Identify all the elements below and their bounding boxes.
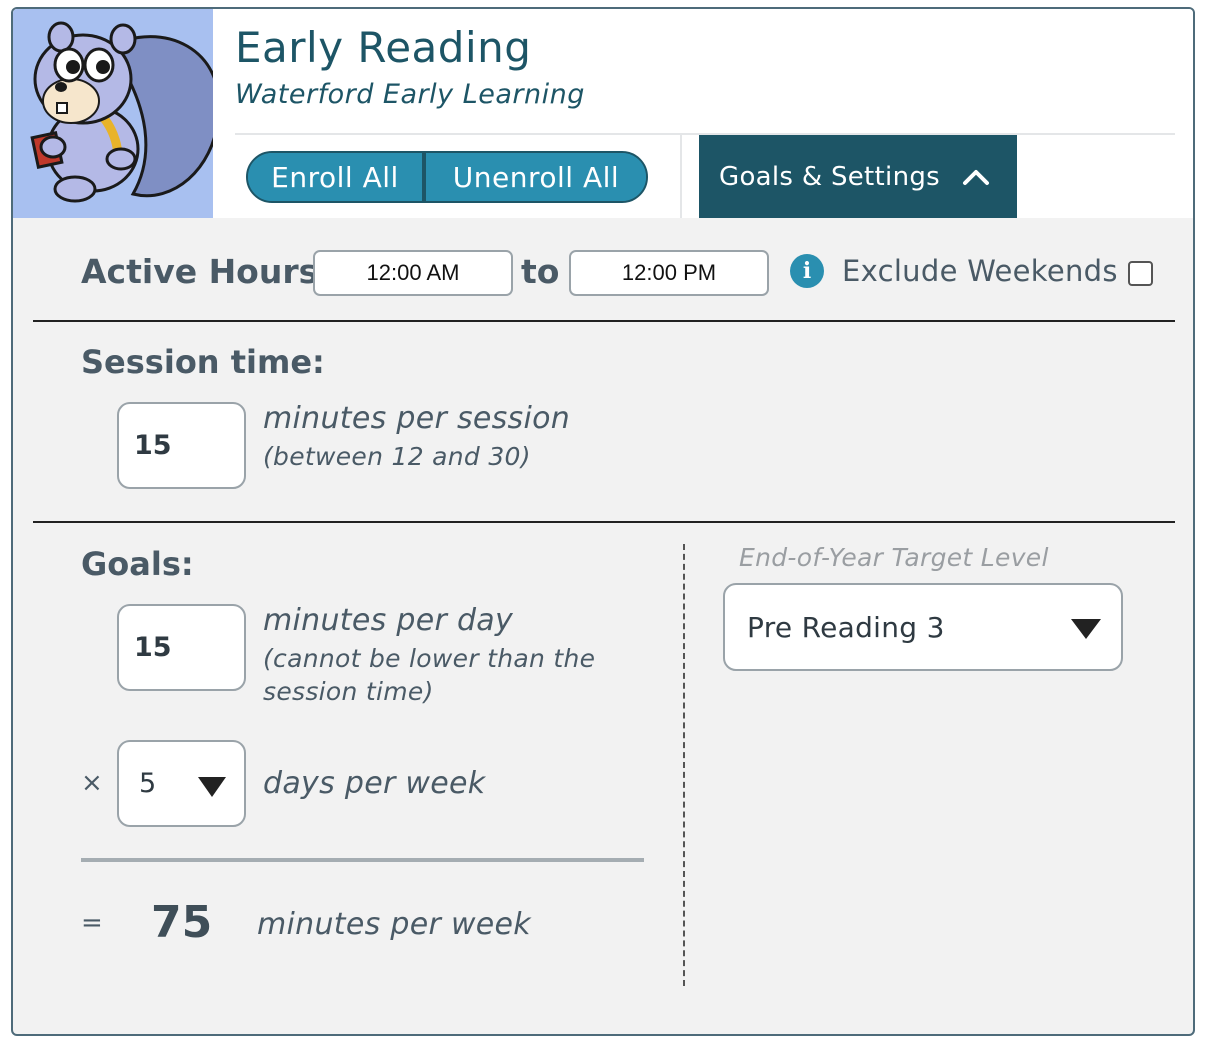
session-minutes-input[interactable]: 15 [117, 402, 246, 489]
dropdown-triangle-icon [198, 777, 226, 797]
session-time-label: Session time: [81, 343, 325, 381]
page-title: Early Reading [235, 23, 532, 72]
active-hours-end-input[interactable]: 12:00 PM [569, 250, 769, 296]
goal-minutes-hint-line2: session time) [263, 677, 434, 706]
days-per-week-value: 5 [139, 768, 157, 799]
active-hours-to-label: to [521, 252, 560, 291]
exclude-weekends-checkbox[interactable] [1128, 261, 1153, 286]
target-level-value: Pre Reading 3 [747, 610, 945, 644]
multiply-symbol: × [81, 768, 103, 798]
goal-minutes-unit-label: minutes per day [263, 603, 514, 638]
early-reading-card: Early Reading Waterford Early Learning E… [11, 7, 1195, 1036]
equals-symbol: = [81, 908, 103, 938]
goals-settings-label: Goals & Settings [719, 161, 941, 192]
session-hint: (between 12 and 30) [263, 442, 531, 471]
weekly-minutes-label: minutes per week [257, 907, 531, 942]
dropdown-triangle-icon [1071, 619, 1101, 639]
goals-settings-toggle[interactable]: Goals & Settings [699, 135, 1017, 218]
unenroll-all-button[interactable]: Unenroll All [426, 153, 646, 201]
goal-minutes-hint-line1: (cannot be lower than the [263, 644, 596, 673]
squirrel-mascot-icon [13, 9, 213, 218]
header-vertical-divider [680, 135, 682, 218]
goal-minutes-input[interactable]: 15 [117, 604, 246, 691]
section-divider [33, 521, 1175, 523]
card-header: Early Reading Waterford Early Learning E… [13, 9, 1193, 218]
sum-divider [81, 858, 644, 862]
active-hours-start-input[interactable]: 12:00 AM [313, 250, 513, 296]
section-divider [33, 320, 1175, 322]
exclude-weekends-label: Exclude Weekends [842, 254, 1118, 288]
weekly-minutes-total: 75 [151, 897, 213, 948]
target-level-label: End-of-Year Target Level [739, 543, 1049, 572]
active-hours-label: Active Hours [81, 252, 319, 291]
days-per-week-label: days per week [263, 766, 486, 801]
target-level-select[interactable]: Pre Reading 3 [723, 583, 1123, 671]
enroll-button-group: Enroll All Unenroll All [246, 151, 648, 203]
enroll-all-button[interactable]: Enroll All [248, 153, 426, 201]
chevron-up-icon [963, 169, 990, 185]
column-divider [683, 544, 685, 986]
days-per-week-select[interactable]: 5 [117, 740, 246, 827]
session-unit-label: minutes per session [263, 401, 571, 436]
goals-label: Goals: [81, 545, 194, 583]
info-icon[interactable]: i [790, 254, 824, 288]
page-subtitle: Waterford Early Learning [235, 79, 585, 110]
